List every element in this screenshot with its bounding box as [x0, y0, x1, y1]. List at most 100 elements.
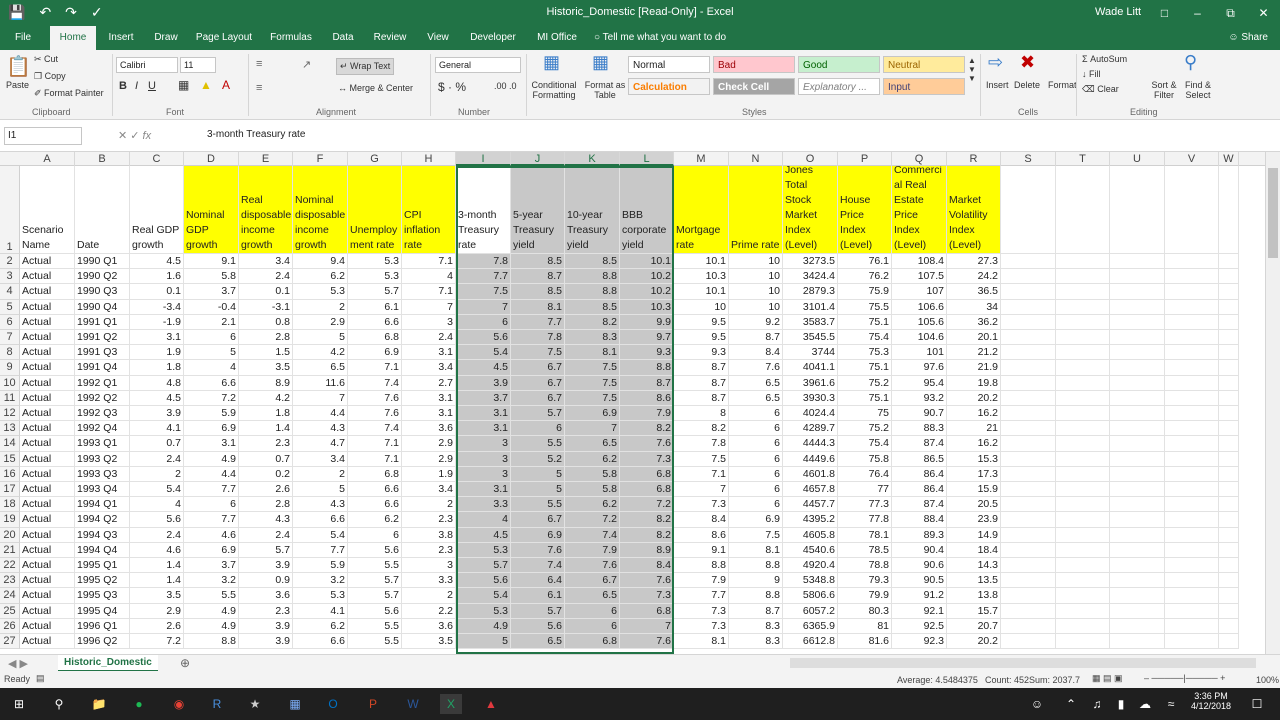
data-cell[interactable]: 5.3 [293, 284, 348, 300]
data-cell[interactable]: 24.2 [947, 269, 1001, 285]
data-cell[interactable]: 2 [130, 466, 184, 482]
data-cell[interactable]: 8.7 [674, 390, 729, 406]
data-cell[interactable] [1165, 588, 1219, 604]
data-cell[interactable] [1165, 330, 1219, 346]
header-cell[interactable]: House Price Index (Level) [838, 166, 892, 254]
data-cell[interactable]: 1.4 [130, 573, 184, 589]
data-cell[interactable]: 88.3 [892, 421, 947, 437]
tab-review[interactable]: Review [370, 26, 410, 50]
column-header-p[interactable]: P [838, 152, 892, 166]
data-cell[interactable] [1219, 436, 1239, 452]
data-cell[interactable]: 7.6 [565, 558, 620, 574]
data-cell[interactable]: Actual [20, 314, 75, 330]
header-cell[interactable]: Prime rate [729, 166, 783, 254]
data-cell[interactable]: 3.1 [130, 330, 184, 346]
data-cell[interactable]: 9.5 [674, 314, 729, 330]
data-cell[interactable]: 75.5 [838, 299, 892, 315]
data-cell[interactable] [1110, 314, 1165, 330]
data-cell[interactable]: 6.6 [293, 512, 348, 528]
data-cell[interactable]: 5348.8 [783, 573, 838, 589]
data-cell[interactable] [1001, 542, 1056, 558]
tab-formulas[interactable]: Formulas [266, 26, 316, 50]
row-header[interactable]: 24 [0, 588, 20, 604]
row-header[interactable]: 8 [0, 345, 20, 361]
data-cell[interactable]: 5.7 [348, 588, 402, 604]
data-cell[interactable]: 3.7 [184, 558, 239, 574]
add-sheet-icon[interactable]: ⊕ [180, 656, 190, 670]
header-cell[interactable]: 5-year Treasury yield [511, 166, 565, 254]
column-header-j[interactable]: J [511, 152, 565, 166]
data-cell[interactable]: 6 [729, 451, 783, 467]
header-cell[interactable] [1165, 166, 1219, 254]
data-cell[interactable]: 10.1 [620, 254, 674, 270]
data-cell[interactable]: 8.2 [620, 527, 674, 543]
data-cell[interactable]: 7.8 [511, 330, 565, 346]
data-cell[interactable]: 76.2 [838, 269, 892, 285]
data-cell[interactable]: 5.6 [456, 573, 511, 589]
data-cell[interactable]: 2 [402, 497, 456, 513]
data-cell[interactable]: 1994 Q3 [75, 527, 130, 543]
data-cell[interactable]: 4.5 [130, 390, 184, 406]
data-cell[interactable]: 75.1 [838, 360, 892, 376]
data-cell[interactable] [1056, 634, 1110, 650]
data-cell[interactable] [1001, 254, 1056, 270]
data-cell[interactable] [1110, 345, 1165, 361]
data-cell[interactable]: Actual [20, 421, 75, 437]
tab-file[interactable]: File [8, 26, 38, 50]
tab-page-layout[interactable]: Page Layout [194, 26, 254, 50]
data-cell[interactable]: 1994 Q1 [75, 497, 130, 513]
data-cell[interactable]: 1991 Q3 [75, 345, 130, 361]
data-cell[interactable] [1056, 512, 1110, 528]
data-cell[interactable]: 7.5 [565, 375, 620, 391]
data-cell[interactable] [1165, 573, 1219, 589]
data-cell[interactable]: 2.9 [402, 451, 456, 467]
data-cell[interactable]: 2.9 [130, 603, 184, 619]
data-cell[interactable] [1001, 375, 1056, 391]
tab-home[interactable]: Home [50, 26, 96, 50]
row-header[interactable]: 11 [0, 390, 20, 406]
file-explorer-icon[interactable]: 📁 [88, 694, 110, 714]
data-cell[interactable]: 8.4 [620, 558, 674, 574]
data-cell[interactable] [1110, 360, 1165, 376]
data-cell[interactable] [1001, 466, 1056, 482]
data-cell[interactable]: 8.1 [729, 542, 783, 558]
data-cell[interactable]: 4.7 [293, 436, 348, 452]
data-cell[interactable] [1001, 314, 1056, 330]
style-normal[interactable]: Normal [628, 56, 710, 73]
data-cell[interactable]: 6.7 [565, 573, 620, 589]
data-cell[interactable] [1219, 542, 1239, 558]
header-cell[interactable]: Unemploy ment rate [348, 166, 402, 254]
data-cell[interactable]: 0.8 [239, 314, 293, 330]
data-cell[interactable]: 8.5 [511, 284, 565, 300]
data-cell[interactable]: 4024.4 [783, 406, 838, 422]
data-cell[interactable]: 7.5 [456, 284, 511, 300]
data-cell[interactable]: 2.1 [184, 314, 239, 330]
formula-input[interactable]: 3-month Treasury rate [207, 129, 305, 140]
data-cell[interactable] [1001, 330, 1056, 346]
data-cell[interactable] [1056, 542, 1110, 558]
row-header[interactable]: 4 [0, 284, 20, 300]
autosum-button[interactable]: Σ AutoSum [1082, 54, 1127, 64]
data-cell[interactable]: 88.4 [892, 512, 947, 528]
data-cell[interactable]: 13.5 [947, 573, 1001, 589]
data-cell[interactable] [1056, 314, 1110, 330]
insert-cells-button[interactable]: Insert [986, 80, 1009, 90]
data-cell[interactable]: 5.3 [456, 542, 511, 558]
data-cell[interactable]: 4.3 [239, 512, 293, 528]
data-cell[interactable]: 3.6 [402, 618, 456, 634]
data-cell[interactable] [1165, 451, 1219, 467]
data-cell[interactable] [1110, 634, 1165, 650]
data-cell[interactable]: 4444.3 [783, 436, 838, 452]
data-cell[interactable]: 1.9 [130, 345, 184, 361]
data-cell[interactable]: 5.7 [456, 558, 511, 574]
data-cell[interactable] [1110, 390, 1165, 406]
tab-developer[interactable]: Developer [466, 26, 520, 50]
merge-center-button[interactable]: ↔ Merge & Center [338, 83, 413, 93]
underline-button[interactable]: U [148, 80, 156, 92]
currency-icon[interactable]: $ · % [438, 80, 466, 94]
header-cell[interactable]: 10-year Treasury yield [565, 166, 620, 254]
data-cell[interactable] [1056, 375, 1110, 391]
data-cell[interactable]: Actual [20, 618, 75, 634]
data-cell[interactable]: 90.7 [892, 406, 947, 422]
data-cell[interactable]: 108.4 [892, 254, 947, 270]
